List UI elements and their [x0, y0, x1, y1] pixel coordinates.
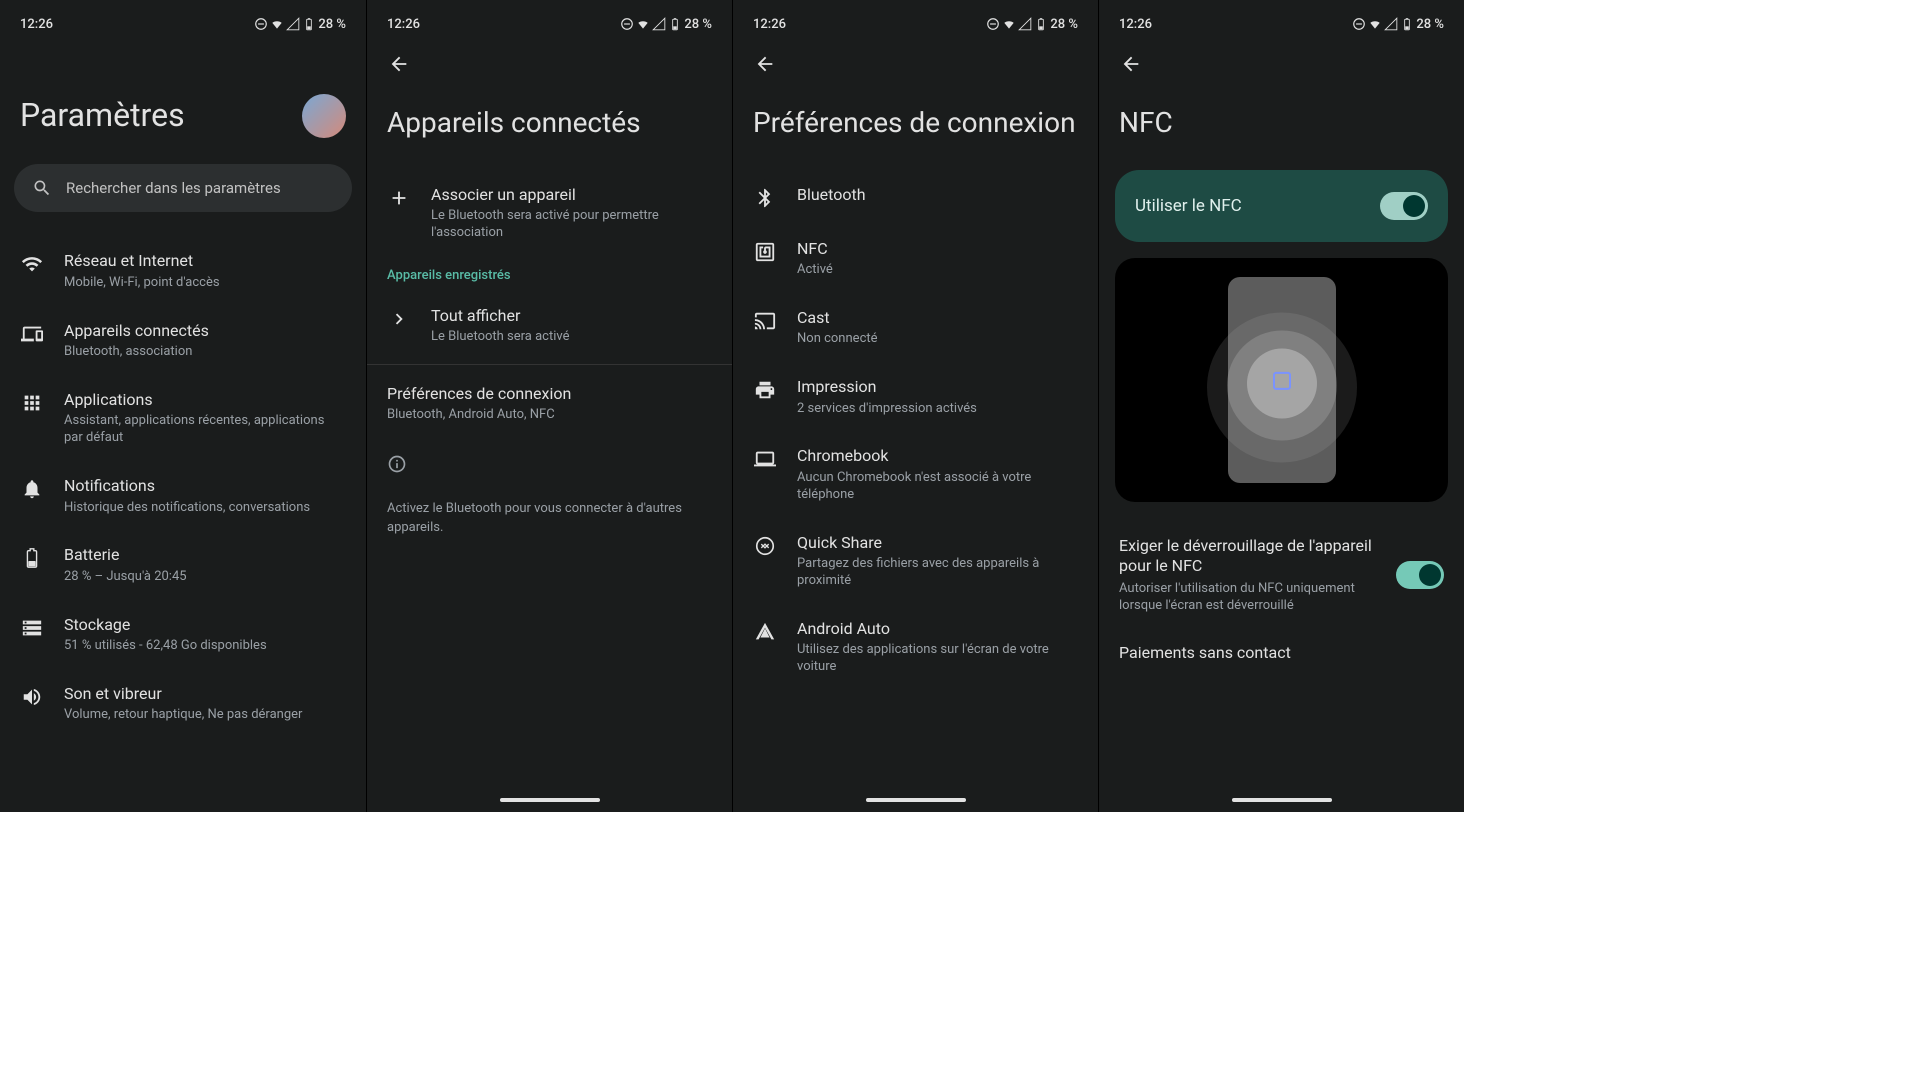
wifi-icon	[270, 17, 284, 31]
require-unlock-toggle[interactable]	[1396, 561, 1444, 589]
chevron-right-icon	[388, 308, 410, 330]
battery-icon	[302, 17, 316, 31]
pref-item-androidauto[interactable]: Android AutoUtilisez des applications su…	[733, 604, 1098, 690]
back-button[interactable]	[1119, 52, 1143, 76]
status-icons: 28 %	[620, 17, 712, 32]
info-icon	[387, 454, 407, 474]
status-time: 12:26	[387, 17, 420, 32]
page-title: Préférences de connexion	[733, 76, 1098, 170]
search-icon	[32, 178, 52, 198]
info-row	[367, 438, 732, 488]
pref-item-chromebook[interactable]: ChromebookAucun Chromebook n'est associé…	[733, 431, 1098, 517]
status-bar: 12:26 28 %	[1099, 12, 1464, 36]
plus-icon	[388, 187, 410, 209]
wifi-icon	[636, 17, 650, 31]
share-icon	[754, 535, 776, 557]
use-nfc-toggle-card[interactable]: Utiliser le NFC	[1115, 170, 1448, 242]
pref-item-quickshare[interactable]: Quick SharePartagez des fichiers avec de…	[733, 518, 1098, 604]
dnd-icon	[254, 17, 268, 31]
battery-icon	[1034, 17, 1048, 31]
back-button[interactable]	[753, 52, 777, 76]
page-title: NFC	[1099, 76, 1464, 170]
dnd-icon	[986, 17, 1000, 31]
speaker-icon	[21, 686, 43, 708]
status-icons: 28 %	[1352, 17, 1444, 32]
search-input[interactable]: Rechercher dans les paramètres	[14, 164, 352, 212]
pref-item-nfc[interactable]: NFCActivé	[733, 224, 1098, 293]
settings-item-connected[interactable]: Appareils connectésBluetooth, associatio…	[0, 306, 366, 375]
battery-icon	[1400, 17, 1414, 31]
status-time: 12:26	[20, 17, 53, 32]
section-header-saved: Appareils enregistrés	[367, 256, 732, 291]
info-text: Activez le Bluetooth pour vous connecter…	[367, 488, 732, 548]
connection-preferences-button[interactable]: Préférences de connexionBluetooth, Andro…	[367, 369, 732, 438]
settings-item-apps[interactable]: ApplicationsAssistant, applications réce…	[0, 375, 366, 461]
wifi-icon	[1368, 17, 1382, 31]
nfc-chip-icon	[1273, 371, 1291, 389]
nfc-illustration	[1115, 258, 1448, 502]
settings-item-storage[interactable]: Stockage51 % utilisés - 62,48 Go disponi…	[0, 600, 366, 669]
wifi-icon	[21, 253, 43, 275]
bell-icon	[21, 478, 43, 500]
search-placeholder: Rechercher dans les paramètres	[66, 179, 281, 197]
contactless-payments-row[interactable]: Paiements sans contact	[1099, 629, 1464, 678]
battery-percent: 28 %	[684, 17, 712, 32]
battery-icon	[668, 17, 682, 31]
use-nfc-toggle[interactable]	[1380, 192, 1428, 220]
battery-percent: 28 %	[318, 17, 346, 32]
nav-handle[interactable]	[500, 798, 600, 802]
use-nfc-label: Utiliser le NFC	[1135, 196, 1242, 216]
signal-icon	[652, 17, 666, 31]
settings-item-battery[interactable]: Batterie28 % – Jusqu'à 20:45	[0, 530, 366, 599]
show-all-button[interactable]: Tout afficherLe Bluetooth sera activé	[367, 291, 732, 360]
settings-item-network[interactable]: Réseau et InternetMobile, Wi-Fi, point d…	[0, 236, 366, 305]
pref-item-cast[interactable]: CastNon connecté	[733, 293, 1098, 362]
battery-icon	[21, 547, 43, 569]
wifi-icon	[1002, 17, 1016, 31]
signal-icon	[1018, 17, 1032, 31]
status-bar: 12:26 28 %	[733, 12, 1098, 36]
cast-icon	[754, 310, 776, 332]
back-button[interactable]	[387, 52, 411, 76]
devices-icon	[21, 323, 43, 345]
avatar[interactable]	[302, 94, 346, 138]
nfc-screen: 12:26 28 % NFC Utiliser le NFC Exiger le…	[1098, 0, 1464, 812]
status-time: 12:26	[753, 17, 786, 32]
nav-handle[interactable]	[1232, 798, 1332, 802]
status-icons: 28 %	[986, 17, 1078, 32]
battery-percent: 28 %	[1416, 17, 1444, 32]
settings-item-notifications[interactable]: NotificationsHistorique des notification…	[0, 461, 366, 530]
status-bar: 12:26 28 %	[367, 12, 732, 36]
signal-icon	[286, 17, 300, 31]
print-icon	[754, 379, 776, 401]
settings-main-screen: 12:26 28 % Paramètres Rechercher dans le…	[0, 0, 366, 812]
nfc-icon	[754, 241, 776, 263]
require-unlock-row[interactable]: Exiger le déverrouillage de l'appareil p…	[1099, 522, 1464, 629]
storage-icon	[21, 617, 43, 639]
apps-icon	[21, 392, 43, 414]
androidauto-icon	[754, 621, 776, 643]
status-bar: 12:26 28 %	[0, 12, 366, 36]
dnd-icon	[1352, 17, 1366, 31]
nav-handle[interactable]	[866, 798, 966, 802]
dnd-icon	[620, 17, 634, 31]
battery-percent: 28 %	[1050, 17, 1078, 32]
connected-devices-screen: 12:26 28 % Appareils connectés Associer …	[366, 0, 732, 812]
laptop-icon	[754, 448, 776, 470]
bluetooth-icon	[754, 187, 776, 209]
pref-item-bluetooth[interactable]: Bluetooth	[733, 170, 1098, 224]
pair-device-button[interactable]: Associer un appareilLe Bluetooth sera ac…	[367, 170, 732, 256]
divider	[367, 364, 732, 365]
pref-item-print[interactable]: Impression2 services d'impression activé…	[733, 362, 1098, 431]
signal-icon	[1384, 17, 1398, 31]
settings-item-sound[interactable]: Son et vibreurVolume, retour haptique, N…	[0, 669, 366, 738]
status-time: 12:26	[1119, 17, 1152, 32]
connection-preferences-screen: 12:26 28 % Préférences de connexion Blue…	[732, 0, 1098, 812]
page-title: Appareils connectés	[367, 76, 732, 170]
status-icons: 28 %	[254, 17, 346, 32]
